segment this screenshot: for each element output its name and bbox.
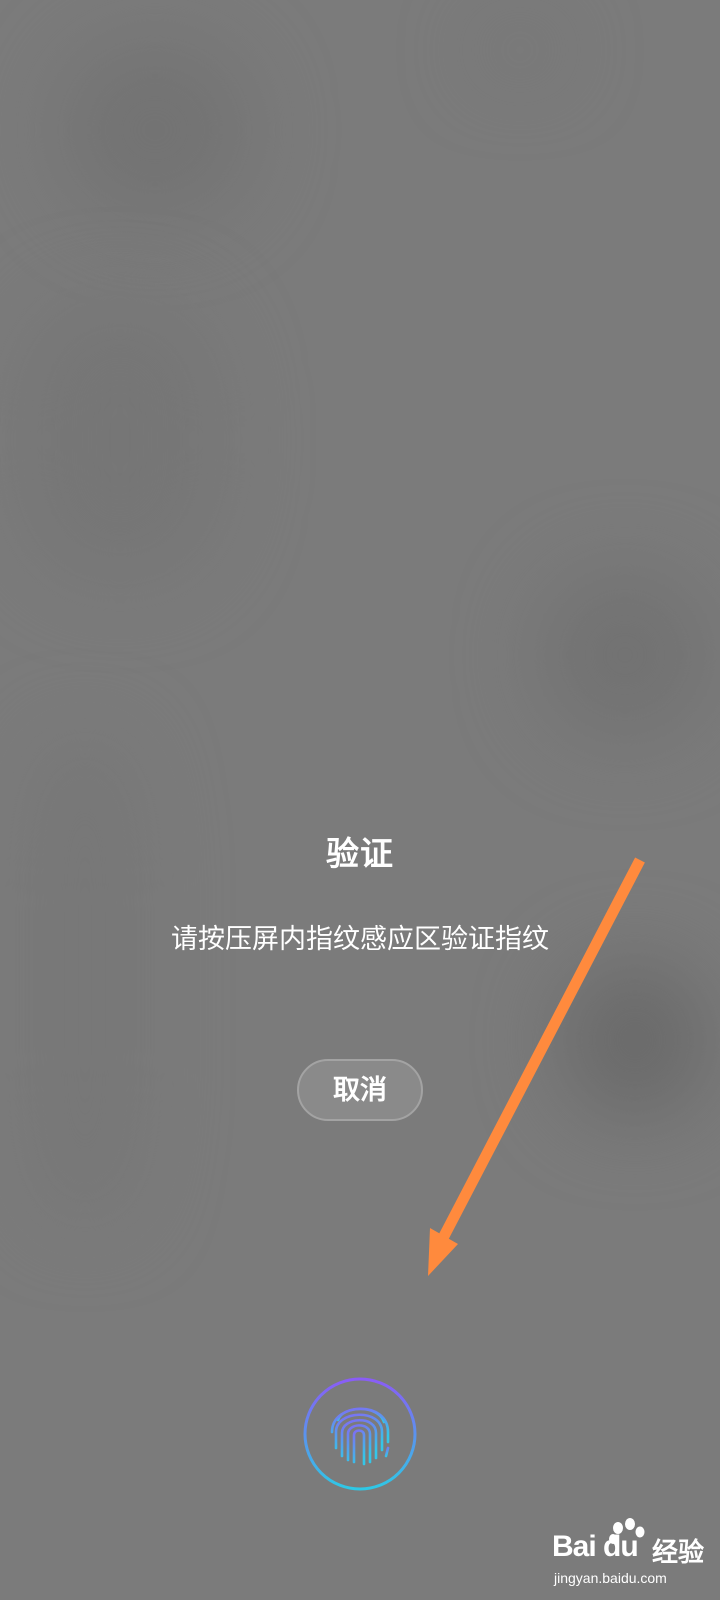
watermark-brand-text: 经验	[652, 1538, 705, 1568]
fingerprint-icon	[303, 1377, 417, 1491]
background-blur-shape	[20, 300, 220, 580]
blurred-background	[0, 0, 720, 1600]
cancel-button[interactable]: 取消	[297, 1059, 423, 1121]
dialog-message: 请按压屏内指纹感应区验证指纹	[171, 924, 549, 955]
background-blur-shape	[540, 570, 710, 740]
background-blur-shape	[30, 740, 140, 1220]
dialog-title: 验证	[326, 834, 394, 873]
watermark-logo-text: Bai du	[552, 1530, 639, 1563]
background-blur-shape	[480, 30, 560, 70]
background-blur-shape	[560, 960, 710, 1120]
watermark-url: jingyan.baidu.com	[554, 1570, 667, 1586]
baidu-jingyan-watermark: Bai du 经验 jingyan.baidu.com	[548, 1518, 713, 1588]
background-blur-shape	[60, 40, 250, 220]
fingerprint-sensor-button[interactable]	[302, 1376, 418, 1492]
